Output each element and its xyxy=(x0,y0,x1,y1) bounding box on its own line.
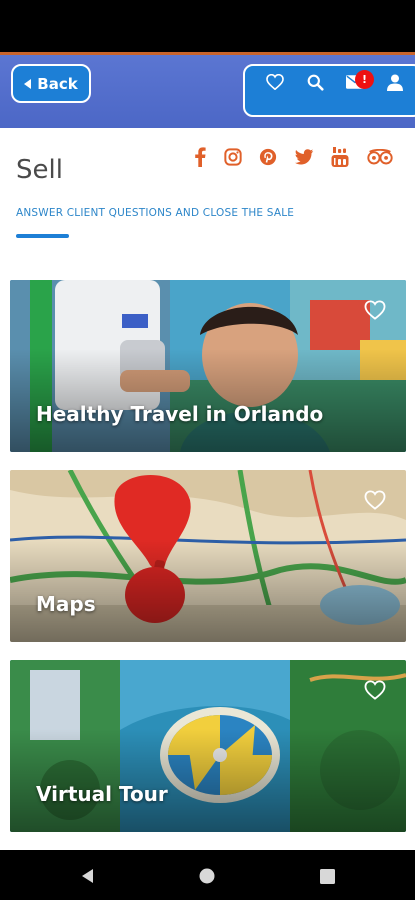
app-header: Back ! xyxy=(0,55,415,128)
favorite-heart-icon[interactable] xyxy=(364,680,386,702)
main-content: Sell ANSWER CLIENT QUESTIONS AND CLOSE T… xyxy=(0,128,415,850)
status-bar xyxy=(0,0,415,52)
nav-back-icon[interactable] xyxy=(78,866,98,886)
card-overlay xyxy=(10,280,406,452)
card-maps[interactable]: Maps xyxy=(10,470,406,642)
tripadvisor-icon[interactable] xyxy=(366,146,394,168)
nav-recents-icon[interactable] xyxy=(317,866,337,886)
card-title: Maps xyxy=(36,592,96,616)
favorite-heart-icon[interactable] xyxy=(364,300,386,322)
page-title: Sell xyxy=(16,155,63,185)
pinterest-icon[interactable] xyxy=(256,146,280,168)
youtube-icon[interactable] xyxy=(328,146,352,168)
system-navigation-bar xyxy=(0,850,415,900)
twitter-icon[interactable] xyxy=(292,146,316,168)
search-icon[interactable] xyxy=(305,72,325,92)
notification-badge: ! xyxy=(355,70,374,89)
instagram-icon[interactable] xyxy=(221,146,245,168)
card-title: Virtual Tour xyxy=(36,782,168,806)
card-overlay xyxy=(10,470,406,642)
title-underline xyxy=(16,234,69,238)
back-arrow-icon xyxy=(24,78,32,89)
favorites-heart-icon[interactable] xyxy=(265,72,285,92)
user-profile-icon[interactable] xyxy=(385,72,405,92)
facebook-icon[interactable] xyxy=(188,146,212,168)
favorite-heart-icon[interactable] xyxy=(364,490,386,512)
card-overlay xyxy=(10,660,406,832)
card-healthy-travel[interactable]: Healthy Travel in Orlando xyxy=(10,280,406,452)
page-subtitle: ANSWER CLIENT QUESTIONS AND CLOSE THE SA… xyxy=(16,207,295,219)
back-button-label: Back xyxy=(37,74,78,93)
card-title: Healthy Travel in Orlando xyxy=(36,402,324,426)
back-button[interactable]: Back xyxy=(11,64,91,103)
nav-home-icon[interactable] xyxy=(197,866,217,886)
card-virtual-tour[interactable]: Virtual Tour xyxy=(10,660,406,832)
